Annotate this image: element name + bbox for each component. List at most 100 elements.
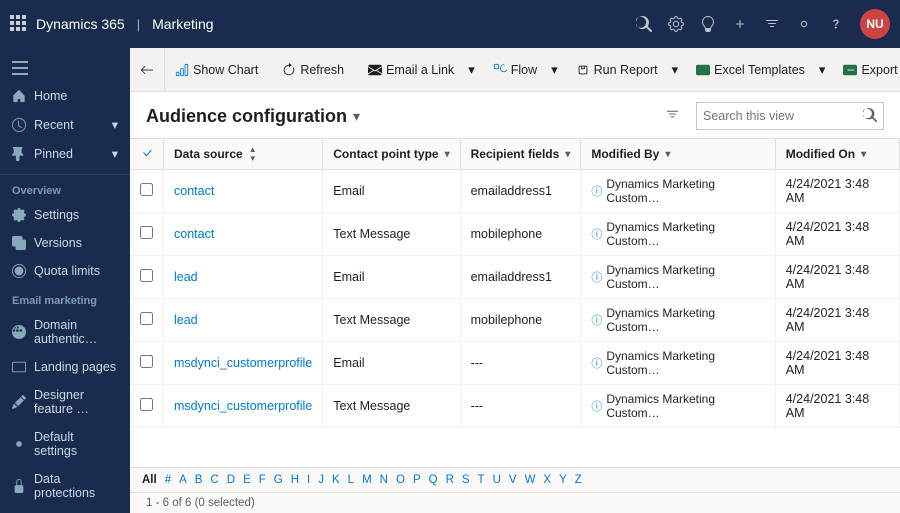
col-header-contactpoint[interactable]: Contact point type ▾: [323, 139, 460, 170]
select-all-header[interactable]: [130, 139, 164, 170]
refresh-button[interactable]: Refresh: [272, 48, 354, 91]
alpha-item-all[interactable]: All: [138, 472, 161, 488]
row-checkbox[interactable]: [130, 385, 164, 428]
alpha-item-x[interactable]: X: [539, 472, 555, 488]
show-chart-button[interactable]: Show Chart: [165, 48, 268, 91]
app-grid-icon[interactable]: [10, 15, 26, 34]
sidebar-item-recent[interactable]: Recent ▾: [0, 110, 130, 139]
settings-icon[interactable]: [668, 16, 684, 32]
excel-templates-label: Excel Templates: [714, 63, 805, 77]
export-excel-button[interactable]: Export to Excel: [833, 48, 900, 91]
cell-datasource[interactable]: contact: [164, 213, 323, 256]
cell-recipient: emailaddress1: [460, 256, 581, 299]
sidebar-item-designer[interactable]: Designer feature …: [0, 381, 130, 423]
alpha-item-j[interactable]: J: [314, 472, 328, 488]
alpha-item-a[interactable]: A: [175, 472, 191, 488]
sidebar-item-versions[interactable]: Versions: [0, 229, 130, 257]
alpha-item-r[interactable]: R: [442, 472, 458, 488]
brand: Dynamics 365 | Marketing: [36, 16, 214, 32]
col-header-recipient[interactable]: Recipient fields ▾: [460, 139, 581, 170]
sidebar-item-defaults[interactable]: Default settings: [0, 423, 130, 465]
sidebar-item-landing[interactable]: Landing pages: [0, 353, 130, 381]
search-icon[interactable]: [636, 16, 652, 32]
row-checkbox[interactable]: [130, 213, 164, 256]
filter-icon[interactable]: [764, 16, 780, 32]
avatar[interactable]: NU: [860, 9, 890, 39]
cell-datasource[interactable]: lead: [164, 299, 323, 342]
alpha-item-i[interactable]: I: [303, 472, 314, 488]
alpha-item-o[interactable]: O: [392, 472, 409, 488]
table-row: lead Email emailaddress1 ⓘ Dynamics Mark…: [130, 256, 900, 299]
alpha-item-c[interactable]: C: [206, 472, 222, 488]
alpha-item-y[interactable]: Y: [555, 472, 571, 488]
row-checkbox[interactable]: [130, 170, 164, 213]
alpha-item-g[interactable]: G: [270, 472, 287, 488]
page-title-chevron-icon[interactable]: ▾: [353, 108, 360, 125]
gear-icon[interactable]: [796, 16, 812, 32]
run-report-dropdown[interactable]: ▾: [668, 48, 683, 91]
table-row: contact Email emailaddress1 ⓘ Dynamics M…: [130, 170, 900, 213]
cell-contactpoint: Email: [323, 256, 460, 299]
sidebar-item-dataprotect[interactable]: Data protections: [0, 465, 130, 507]
brand-separator: |: [137, 17, 140, 32]
alpha-item-s[interactable]: S: [458, 472, 474, 488]
cell-datasource[interactable]: msdynci_customerprofile: [164, 342, 323, 385]
search-submit-icon[interactable]: [857, 108, 883, 125]
col-header-modifiedby[interactable]: Modified By ▾: [581, 139, 775, 170]
sidebar-toggle[interactable]: [0, 54, 130, 82]
alpha-item-f[interactable]: F: [255, 472, 270, 488]
run-report-button[interactable]: Run Report: [566, 48, 668, 91]
main-layout: Home Recent ▾ Pinned ▾ Overview Settings…: [0, 48, 900, 513]
cell-modifiedby: ⓘ Dynamics Marketing Custom…: [581, 342, 775, 385]
excel-templates-button[interactable]: Excel Templates: [686, 48, 815, 91]
alpha-item-u[interactable]: U: [489, 472, 505, 488]
email-link-dropdown[interactable]: ▾: [464, 48, 479, 91]
plus-icon[interactable]: [732, 16, 748, 32]
alpha-item-q[interactable]: Q: [425, 472, 442, 488]
sort-datasource: ▲▼: [249, 145, 257, 163]
sidebar-item-domain[interactable]: Domain authentic…: [0, 311, 130, 353]
alpha-item-m[interactable]: M: [358, 472, 376, 488]
email-link-button[interactable]: Email a Link: [358, 48, 464, 91]
alpha-item-z[interactable]: Z: [571, 472, 586, 488]
col-header-modifiedon[interactable]: Modified On ▾: [775, 139, 899, 170]
search-input[interactable]: [697, 109, 857, 123]
alpha-item-w[interactable]: W: [521, 472, 540, 488]
back-button[interactable]: [130, 48, 165, 91]
cell-datasource[interactable]: contact: [164, 170, 323, 213]
row-checkbox[interactable]: [130, 299, 164, 342]
alpha-item-n[interactable]: N: [376, 472, 392, 488]
command-bar: Show Chart Refresh Email a Link ▾ Flow ▾: [130, 48, 900, 92]
col-header-datasource[interactable]: Data source ▲▼: [164, 139, 323, 170]
flow-dropdown[interactable]: ▾: [547, 48, 562, 91]
sidebar-label-quota: Quota limits: [34, 264, 100, 278]
nav-right: NU: [636, 9, 890, 39]
sidebar-item-home[interactable]: Home: [0, 82, 130, 110]
cell-datasource[interactable]: lead: [164, 256, 323, 299]
row-checkbox[interactable]: [130, 342, 164, 385]
alpha-item-b[interactable]: B: [191, 472, 207, 488]
alpha-item-h[interactable]: H: [287, 472, 303, 488]
help-icon[interactable]: [828, 16, 844, 32]
alpha-item-#[interactable]: #: [161, 472, 175, 488]
alphabet-nav: All#ABCDEFGHIJKLMNOPQRSTUVWXYZ: [130, 467, 900, 492]
view-filter-icon[interactable]: [657, 107, 688, 125]
alpha-item-k[interactable]: K: [328, 472, 344, 488]
sidebar-item-settings[interactable]: Settings: [0, 201, 130, 229]
alpha-item-t[interactable]: T: [474, 472, 489, 488]
row-checkbox[interactable]: [130, 256, 164, 299]
sidebar-item-quota[interactable]: Quota limits: [0, 257, 130, 285]
flow-button[interactable]: Flow: [483, 48, 547, 91]
alpha-item-p[interactable]: P: [409, 472, 425, 488]
cell-contactpoint: Text Message: [323, 385, 460, 428]
sidebar-label-settings: Settings: [34, 208, 79, 222]
excel-templates-dropdown[interactable]: ▾: [815, 48, 830, 91]
sidebar-item-pinned[interactable]: Pinned ▾: [0, 139, 130, 168]
alpha-item-v[interactable]: V: [505, 472, 521, 488]
alpha-item-d[interactable]: D: [223, 472, 239, 488]
alpha-item-l[interactable]: L: [344, 472, 358, 488]
cell-datasource[interactable]: msdynci_customerprofile: [164, 385, 323, 428]
alpha-item-e[interactable]: E: [239, 472, 255, 488]
table-row: msdynci_customerprofile Text Message ---…: [130, 385, 900, 428]
lightbulb-icon[interactable]: [700, 16, 716, 32]
